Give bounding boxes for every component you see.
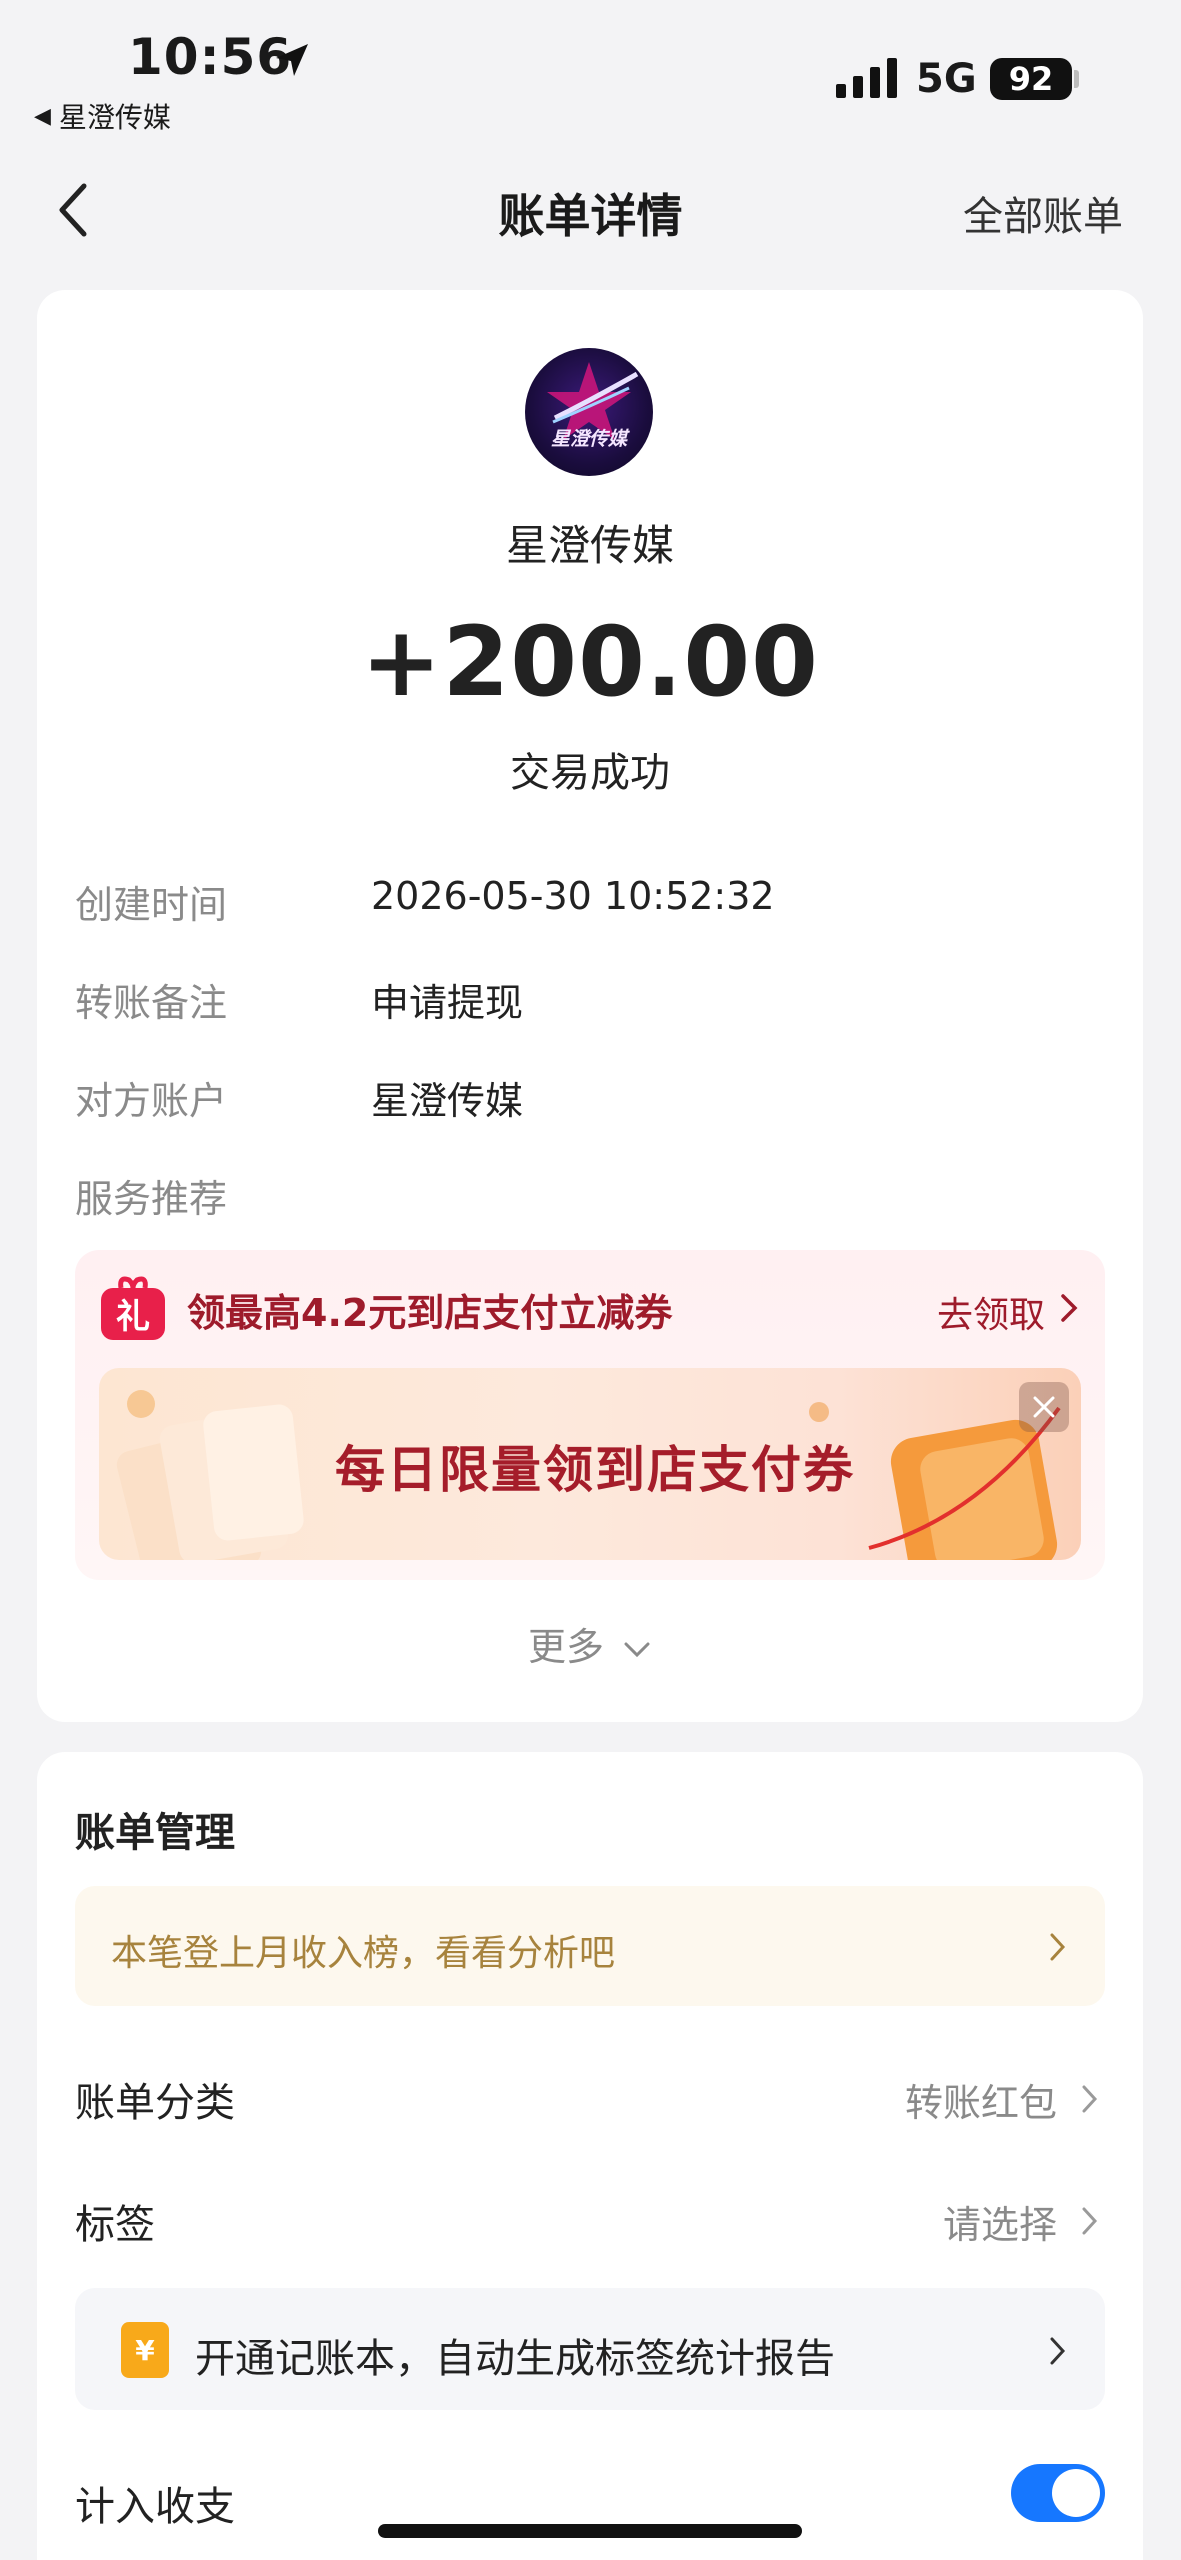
more-toggle[interactable]: 更多 (37, 1616, 1143, 1671)
back-triangle-icon: ◀ (34, 103, 51, 129)
tip-text: 本笔登上月收入榜，看看分析吧 (111, 1933, 616, 1974)
detail-value: 2026-05-30 10:52:32 (371, 874, 775, 918)
ledger-icon: ¥ (121, 2322, 169, 2378)
chevron-right-icon (1061, 1294, 1078, 1322)
ledger-promo-text: 开通记账本，自动生成标签统计报告 (195, 2336, 835, 2382)
detail-value: 星澄传媒 (371, 1079, 524, 1123)
logo-wordmark: 星澄传媒 (550, 428, 627, 450)
gift-icon: 礼 (101, 1276, 165, 1340)
count-in-balance-toggle[interactable] (1011, 2464, 1105, 2522)
chevron-down-icon (624, 1642, 650, 1657)
claim-coupon-link[interactable]: 去领取 (937, 1286, 1045, 1338)
bill-management-card: 账单管理 本笔登上月收入榜，看看分析吧 账单分类 转账红包 标签 请选择 ¥ 开… (37, 1752, 1143, 2560)
tag-value: 请选择 (942, 2203, 1057, 2247)
close-banner-button[interactable] (1019, 1382, 1069, 1432)
detail-label: 创建时间 (75, 883, 228, 927)
all-bills-link[interactable]: 全部账单 (963, 184, 1123, 242)
battery-tip (1074, 70, 1079, 88)
gift-glyph: 礼 (116, 1297, 150, 1337)
detail-value: 申请提现 (371, 981, 524, 1025)
transaction-amount: +200.00 (361, 606, 819, 718)
open-ledger-banner[interactable]: ¥ 开通记账本，自动生成标签统计报告 (75, 2288, 1105, 2410)
back-to-app-link[interactable]: ◀ 星澄传媒 (34, 96, 171, 136)
chevron-right-icon (1082, 2207, 1098, 2235)
banner-headline: 每日限量领到店支付券 (335, 1441, 855, 1499)
transaction-card: 星澄传媒 星澄传媒 +200.00 交易成功 创建时间 2026-05-30 1… (37, 290, 1143, 1722)
ledger-glyph: ¥ (135, 2334, 155, 2367)
promo-title: 领最高4.2元到店支付立减券 (187, 1291, 673, 1335)
merchant-name: 星澄传媒 (505, 521, 674, 570)
chevron-right-icon (1050, 2337, 1066, 2365)
back-app-label: 星澄传媒 (58, 101, 171, 134)
chevron-right-icon (1082, 2085, 1098, 2113)
promo-card[interactable]: 礼 领最高4.2元到店支付立减券 去领取 每日限量领到店支付券 (75, 1250, 1105, 1580)
merchant-logo: 星澄传媒 (525, 348, 653, 476)
detail-label: 对方账户 (75, 1079, 228, 1123)
cellular-signal-icon (836, 58, 897, 98)
bill-category-row[interactable]: 账单分类 转账红包 (75, 2070, 1105, 2130)
bill-category-value: 转账红包 (904, 2081, 1057, 2125)
tag-row[interactable]: 标签 请选择 (75, 2192, 1105, 2252)
toggle-knob (1052, 2469, 1100, 2517)
bill-category-label: 账单分类 (75, 2080, 235, 2126)
detail-label: 服务推荐 (75, 1177, 228, 1221)
battery-indicator: 92 (990, 58, 1072, 100)
transaction-status: 交易成功 (510, 750, 670, 796)
section-title: 账单管理 (75, 1810, 235, 1856)
nav-bar: 账单详情 全部账单 (0, 160, 1181, 260)
home-indicator[interactable] (378, 2524, 802, 2538)
tag-label: 标签 (75, 2202, 155, 2248)
chevron-right-icon (1050, 1933, 1066, 1961)
location-arrow-icon (276, 44, 308, 76)
coupon-banner[interactable]: 每日限量领到店支付券 (99, 1368, 1081, 1560)
close-icon (1033, 1396, 1055, 1418)
network-type: 5G (916, 56, 977, 102)
count-in-balance-label: 计入收支 (75, 2484, 235, 2530)
detail-label: 转账备注 (75, 981, 228, 1025)
income-rank-tip[interactable]: 本笔登上月收入榜，看看分析吧 (75, 1886, 1105, 2006)
star-logo-icon (547, 362, 639, 440)
status-bar: 10:56 ◀ 星澄传媒 5G 92 (0, 0, 1181, 140)
more-label: 更多 (527, 1625, 604, 1669)
status-time: 10:56 (128, 28, 293, 86)
